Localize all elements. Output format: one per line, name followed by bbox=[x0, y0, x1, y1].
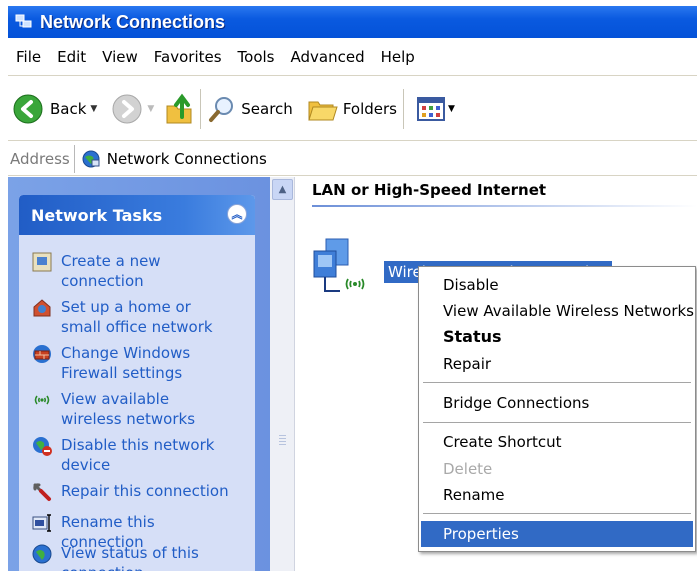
task-label: Create a new connection bbox=[61, 252, 161, 290]
menu-item-disable[interactable]: Disable bbox=[443, 275, 499, 295]
menu-favorites[interactable]: Favorites bbox=[146, 48, 230, 66]
task-create-connection[interactable]: Create a new connection bbox=[31, 251, 231, 291]
firewall-icon bbox=[33, 345, 51, 363]
repair-icon bbox=[33, 483, 51, 501]
menu-separator bbox=[423, 422, 691, 423]
task-firewall[interactable]: Change Windows Firewall settings bbox=[31, 343, 231, 383]
task-label: Set up a home or small office network bbox=[61, 298, 213, 336]
address-value: Network Connections bbox=[106, 149, 267, 168]
search-button[interactable]: Search bbox=[207, 94, 293, 124]
task-label: Change Windows Firewall settings bbox=[61, 344, 191, 382]
task-view-wireless[interactable]: View available wireless networks bbox=[31, 389, 231, 429]
search-icon bbox=[209, 96, 234, 122]
folders-icon bbox=[308, 101, 338, 120]
network-tasks-title: Network Tasks bbox=[31, 205, 163, 225]
group-header: LAN or High-Speed Internet bbox=[312, 181, 547, 199]
menu-item-rename[interactable]: Rename bbox=[443, 485, 505, 505]
context-menu: Disable View Available Wireless Networks… bbox=[418, 266, 696, 552]
vertical-scrollbar[interactable]: ▲ bbox=[270, 177, 295, 571]
task-disable-device[interactable]: Disable this network device bbox=[31, 435, 231, 475]
menu-file[interactable]: File bbox=[8, 48, 49, 66]
back-arrow-icon bbox=[13, 94, 43, 123]
up-folder-button[interactable] bbox=[164, 92, 194, 126]
back-label: Back bbox=[50, 99, 87, 118]
back-button[interactable]: Back ▼ bbox=[12, 93, 97, 125]
group-divider bbox=[312, 205, 697, 207]
task-pane: Network Tasks ︽ Create a new connection … bbox=[8, 177, 270, 571]
scrollbar-grip-icon bbox=[279, 435, 286, 445]
scrollbar-thumb[interactable] bbox=[273, 187, 290, 571]
home-network-icon bbox=[33, 299, 51, 317]
folders-label: Folders bbox=[342, 99, 397, 118]
menu-item-properties[interactable]: Properties bbox=[443, 524, 519, 544]
wireless-icon bbox=[34, 395, 50, 405]
network-tasks-header[interactable]: Network Tasks ︽ bbox=[19, 195, 255, 235]
menu-separator bbox=[423, 513, 691, 514]
menu-separator bbox=[423, 382, 691, 383]
address-label: Address bbox=[10, 149, 70, 168]
collapse-chevron-icon[interactable]: ︽ bbox=[227, 204, 247, 224]
menu-help[interactable]: Help bbox=[373, 48, 423, 66]
title-bar[interactable]: Network Connections bbox=[8, 6, 697, 38]
toolbar: Back ▼ ▼ Search Folders ▼ bbox=[8, 77, 697, 141]
views-button[interactable]: ▼ bbox=[416, 95, 455, 123]
menu-item-create-shortcut[interactable]: Create Shortcut bbox=[443, 432, 562, 452]
network-connections-icon bbox=[15, 14, 32, 28]
task-home-network[interactable]: Set up a home or small office network bbox=[31, 297, 231, 337]
menu-advanced[interactable]: Advanced bbox=[283, 48, 373, 66]
task-repair-connection[interactable]: Repair this connection bbox=[31, 481, 231, 503]
disable-network-icon bbox=[33, 437, 52, 456]
menu-tools[interactable]: Tools bbox=[230, 48, 283, 66]
search-label: Search bbox=[241, 99, 293, 118]
views-dropdown-icon[interactable]: ▼ bbox=[448, 104, 455, 114]
menu-view[interactable]: View bbox=[94, 48, 146, 66]
task-view-status[interactable]: View status of this connection bbox=[31, 543, 231, 571]
address-bar: Address Network Connections bbox=[8, 142, 697, 176]
menu-bar: File Edit View Favorites Tools Advanced … bbox=[8, 38, 697, 76]
toolbar-separator bbox=[402, 88, 404, 129]
task-label: Repair this connection bbox=[61, 482, 229, 500]
network-tasks-panel: Network Tasks ︽ Create a new connection … bbox=[19, 195, 255, 571]
menu-item-view-wireless[interactable]: View Available Wireless Networks bbox=[443, 301, 694, 321]
task-label: View available wireless networks bbox=[61, 390, 196, 428]
menu-item-bridge[interactable]: Bridge Connections bbox=[443, 393, 589, 413]
menu-item-status[interactable]: Status bbox=[443, 327, 502, 347]
address-input[interactable]: Network Connections bbox=[73, 144, 697, 173]
up-folder-icon bbox=[166, 93, 192, 123]
window-title: Network Connections bbox=[40, 11, 226, 32]
new-connection-icon bbox=[32, 252, 52, 272]
forward-dropdown-icon[interactable]: ▼ bbox=[147, 104, 154, 114]
forward-button[interactable]: ▼ bbox=[111, 93, 154, 125]
views-icon bbox=[416, 96, 445, 121]
task-label: View status of this connection bbox=[61, 544, 199, 571]
folders-button[interactable]: Folders bbox=[307, 94, 397, 124]
menu-item-repair[interactable]: Repair bbox=[443, 354, 491, 374]
menu-item-delete: Delete bbox=[443, 460, 493, 478]
network-globe-icon bbox=[82, 150, 100, 167]
forward-arrow-icon bbox=[112, 94, 142, 123]
task-label: Disable this network device bbox=[61, 436, 215, 474]
status-icon bbox=[32, 544, 52, 564]
menu-edit[interactable]: Edit bbox=[49, 48, 94, 66]
toolbar-separator bbox=[200, 88, 202, 129]
rename-icon bbox=[32, 514, 51, 532]
back-dropdown-icon[interactable]: ▼ bbox=[90, 104, 97, 114]
wireless-connection-icon[interactable] bbox=[310, 235, 380, 305]
